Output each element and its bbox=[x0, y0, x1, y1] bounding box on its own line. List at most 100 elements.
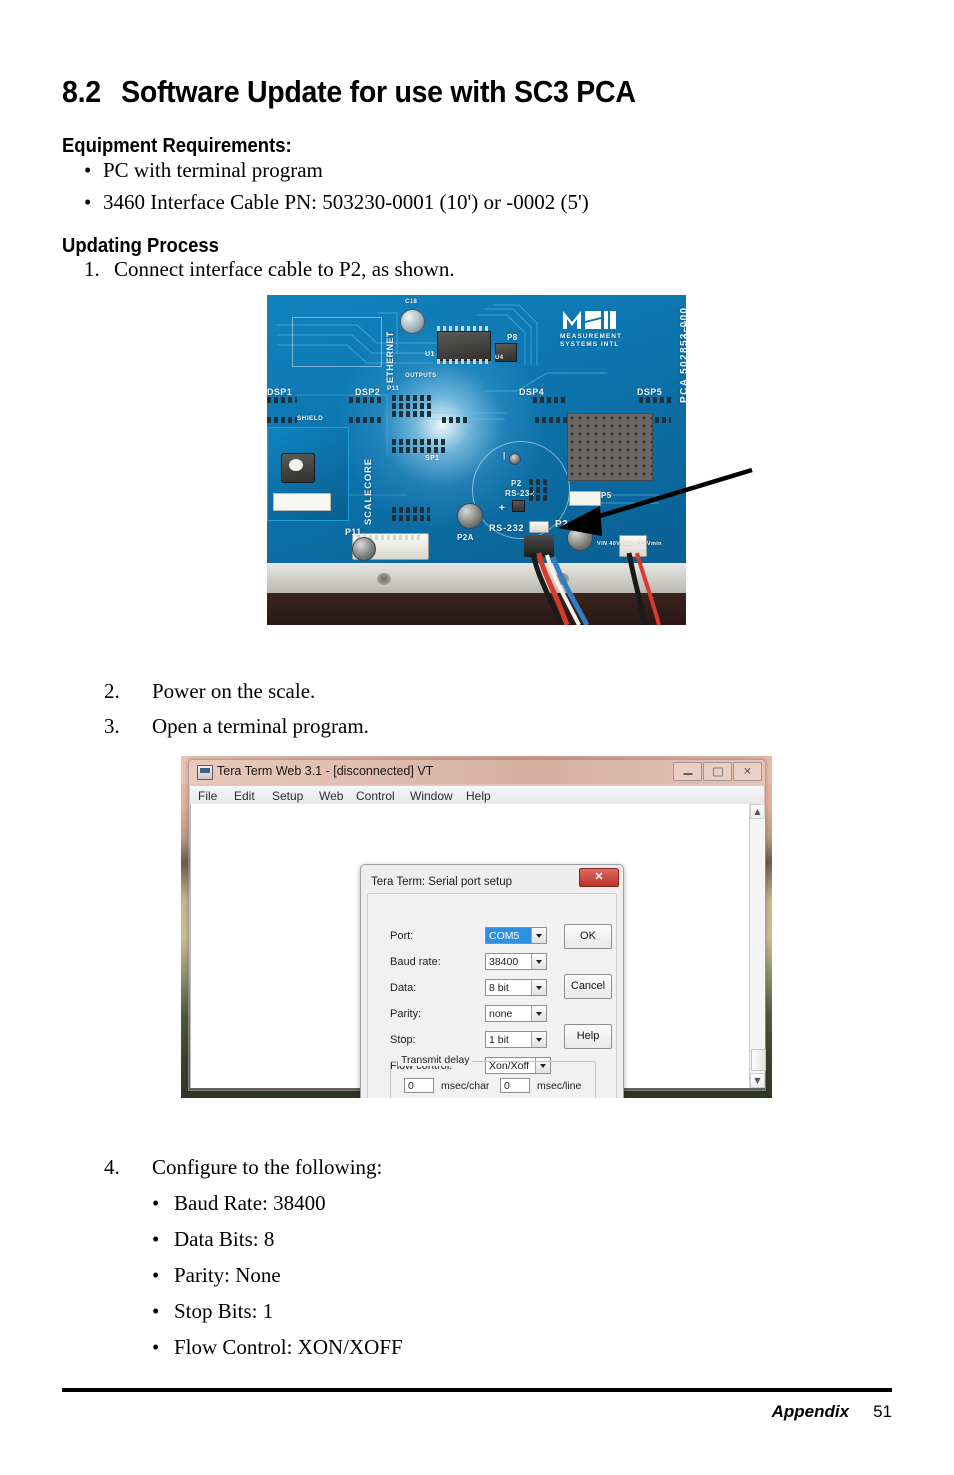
scroll-up-icon[interactable]: ▲ bbox=[750, 804, 765, 819]
frame-screw bbox=[377, 573, 391, 585]
pin-header bbox=[533, 397, 567, 403]
list-item: 2. Power on the scale. bbox=[104, 681, 315, 702]
pin-header bbox=[392, 411, 434, 417]
mounting-screw bbox=[352, 537, 376, 561]
silkscreen-p2a: P2A bbox=[457, 533, 474, 542]
dialog-close-button[interactable]: ✕ bbox=[579, 868, 619, 887]
chevron-down-icon[interactable] bbox=[531, 928, 546, 943]
updating-process-heading: Updating Process bbox=[62, 234, 219, 257]
bullet-icon: • bbox=[152, 1335, 160, 1359]
page-title: 8.2 Software Update for use with SC3 PCA bbox=[62, 74, 636, 110]
tera-term-window-title: Tera Term Web 3.1 - [disconnected] VT bbox=[217, 764, 434, 778]
ic-u1-pins-bottom bbox=[437, 359, 489, 364]
vertical-scrollbar[interactable]: ▲ ▼ bbox=[749, 804, 766, 1088]
silkscreen-dsp1: DSP1 bbox=[267, 387, 293, 397]
help-button[interactable]: Help bbox=[564, 1024, 612, 1049]
transmit-delay-char-input[interactable]: 0 bbox=[404, 1078, 434, 1093]
baud-rate-select[interactable]: 38400 bbox=[485, 953, 547, 970]
step-text: Configure to the following: bbox=[152, 1155, 383, 1179]
page-number: 51 bbox=[873, 1402, 892, 1421]
chevron-down-icon[interactable] bbox=[531, 1006, 546, 1021]
scroll-down-icon[interactable]: ▼ bbox=[750, 1073, 765, 1088]
section-number: 8.2 bbox=[62, 74, 101, 109]
chevron-down-icon[interactable] bbox=[531, 980, 546, 995]
menu-item-control[interactable]: Control bbox=[356, 789, 395, 803]
menu-item-setup[interactable]: Setup bbox=[272, 789, 303, 803]
stop-bits-select[interactable]: 1 bit bbox=[485, 1031, 547, 1048]
silkscreen-rs232: RS-232 bbox=[489, 523, 525, 533]
menu-item-edit[interactable]: Edit bbox=[234, 789, 255, 803]
menu-item-window[interactable]: Window bbox=[410, 789, 453, 803]
pin-header bbox=[639, 397, 671, 403]
msi-logo-icon bbox=[561, 309, 617, 331]
enclosure-base bbox=[267, 593, 686, 625]
footer-label: Appendix bbox=[771, 1402, 850, 1421]
scrollbar-thumb[interactable] bbox=[751, 1049, 766, 1071]
port-label: Port: bbox=[390, 930, 414, 942]
pin-header bbox=[392, 507, 430, 513]
section-title: Software Update for use with SC3 PCA bbox=[121, 74, 636, 109]
step-number: 2. bbox=[104, 679, 120, 703]
msi-brand-line1: MEASUREMENT bbox=[560, 333, 622, 340]
silkscreen-plus: + bbox=[499, 503, 506, 514]
config-bullet-text: Parity: None bbox=[174, 1263, 281, 1287]
list-item: • Stop Bits: 1 bbox=[152, 1301, 273, 1322]
close-window-button[interactable]: ✕ bbox=[733, 762, 762, 781]
silkscreen-dsp2: DSP2 bbox=[355, 387, 381, 397]
transmit-delay-char-unit: msec/char bbox=[441, 1080, 490, 1092]
step-number: 1. bbox=[84, 257, 100, 281]
cancel-button[interactable]: Cancel bbox=[564, 974, 612, 999]
silkscreen-p11: P11 bbox=[387, 385, 400, 392]
pin-header bbox=[442, 417, 468, 423]
chevron-down-icon[interactable] bbox=[531, 1032, 546, 1047]
tera-term-titlebar[interactable]: Tera Term Web 3.1 - [disconnected] VT ✕ bbox=[189, 760, 765, 785]
list-item: • Flow Control: XON/XOFF bbox=[152, 1337, 403, 1358]
pin-header bbox=[267, 397, 297, 403]
frame-screw bbox=[555, 573, 569, 585]
dialog-title: Tera Term: Serial port setup bbox=[371, 876, 513, 888]
step-text: Connect interface cable to P2, as shown. bbox=[114, 257, 455, 281]
tera-term-menubar: File Edit Setup Web Control Window Help bbox=[190, 785, 764, 806]
port-select[interactable]: COM5 bbox=[485, 927, 547, 944]
bullet-icon: • bbox=[84, 158, 92, 182]
ic-u1 bbox=[437, 331, 491, 361]
smd-component bbox=[512, 500, 525, 512]
list-item: • PC with terminal program bbox=[84, 160, 323, 181]
menu-item-file[interactable]: File bbox=[198, 789, 217, 803]
minimize-button[interactable] bbox=[673, 762, 702, 781]
enclosure-frame bbox=[267, 563, 686, 595]
transmit-delay-line-input[interactable]: 0 bbox=[500, 1078, 530, 1093]
chevron-down-icon[interactable] bbox=[531, 954, 546, 969]
parity-label: Parity: bbox=[390, 1008, 422, 1020]
footer-divider bbox=[62, 1388, 892, 1392]
menu-item-web[interactable]: Web bbox=[319, 789, 343, 803]
silkscreen-p8: P8 bbox=[507, 333, 518, 342]
silkscreen-scalecore: SCALECORE bbox=[363, 458, 374, 525]
close-icon: ✕ bbox=[743, 766, 752, 777]
data-bits-select[interactable]: 8 bit bbox=[485, 979, 547, 996]
list-item: • Baud Rate: 38400 bbox=[152, 1193, 326, 1214]
silkscreen-c18: C18 bbox=[405, 299, 418, 305]
footer: Appendix 51 bbox=[772, 1402, 892, 1422]
terminal-client-area[interactable]: ▲ ▼ Tera Term: Serial port setup ✕ Port:… bbox=[190, 804, 766, 1098]
silkscreen-dsp5: DSP5 bbox=[637, 387, 663, 397]
maximize-button[interactable] bbox=[703, 762, 732, 781]
parity-value: none bbox=[489, 1008, 513, 1020]
menu-item-help[interactable]: Help bbox=[466, 789, 491, 803]
bullet-icon: • bbox=[152, 1191, 160, 1215]
transmit-delay-char-value: 0 bbox=[408, 1080, 414, 1092]
dialog-body: Port: COM5 Baud rate: 38400 Data: 8 bit … bbox=[367, 893, 617, 1098]
silkscreen-sp1: SP1 bbox=[425, 455, 440, 462]
silkscreen-ethernet: ETHERNET bbox=[385, 331, 395, 383]
ok-button[interactable]: OK bbox=[564, 924, 612, 949]
equipment-bullet-text: 3460 Interface Cable PN: 503230-0001 (10… bbox=[103, 190, 589, 214]
transmit-delay-label: Transmit delay bbox=[398, 1054, 473, 1066]
config-bullet-text: Stop Bits: 1 bbox=[174, 1299, 274, 1323]
list-item: • Data Bits: 8 bbox=[152, 1229, 274, 1250]
msi-brand-line2: SYSTEMS INTL bbox=[560, 341, 620, 348]
callout-arrow-icon bbox=[558, 467, 753, 536]
capacitor-c18 bbox=[400, 309, 425, 334]
document-page: 8.2 Software Update for use with SC3 PCA … bbox=[0, 0, 954, 1475]
transmit-delay-line-value: 0 bbox=[504, 1080, 510, 1092]
parity-select[interactable]: none bbox=[485, 1005, 547, 1022]
